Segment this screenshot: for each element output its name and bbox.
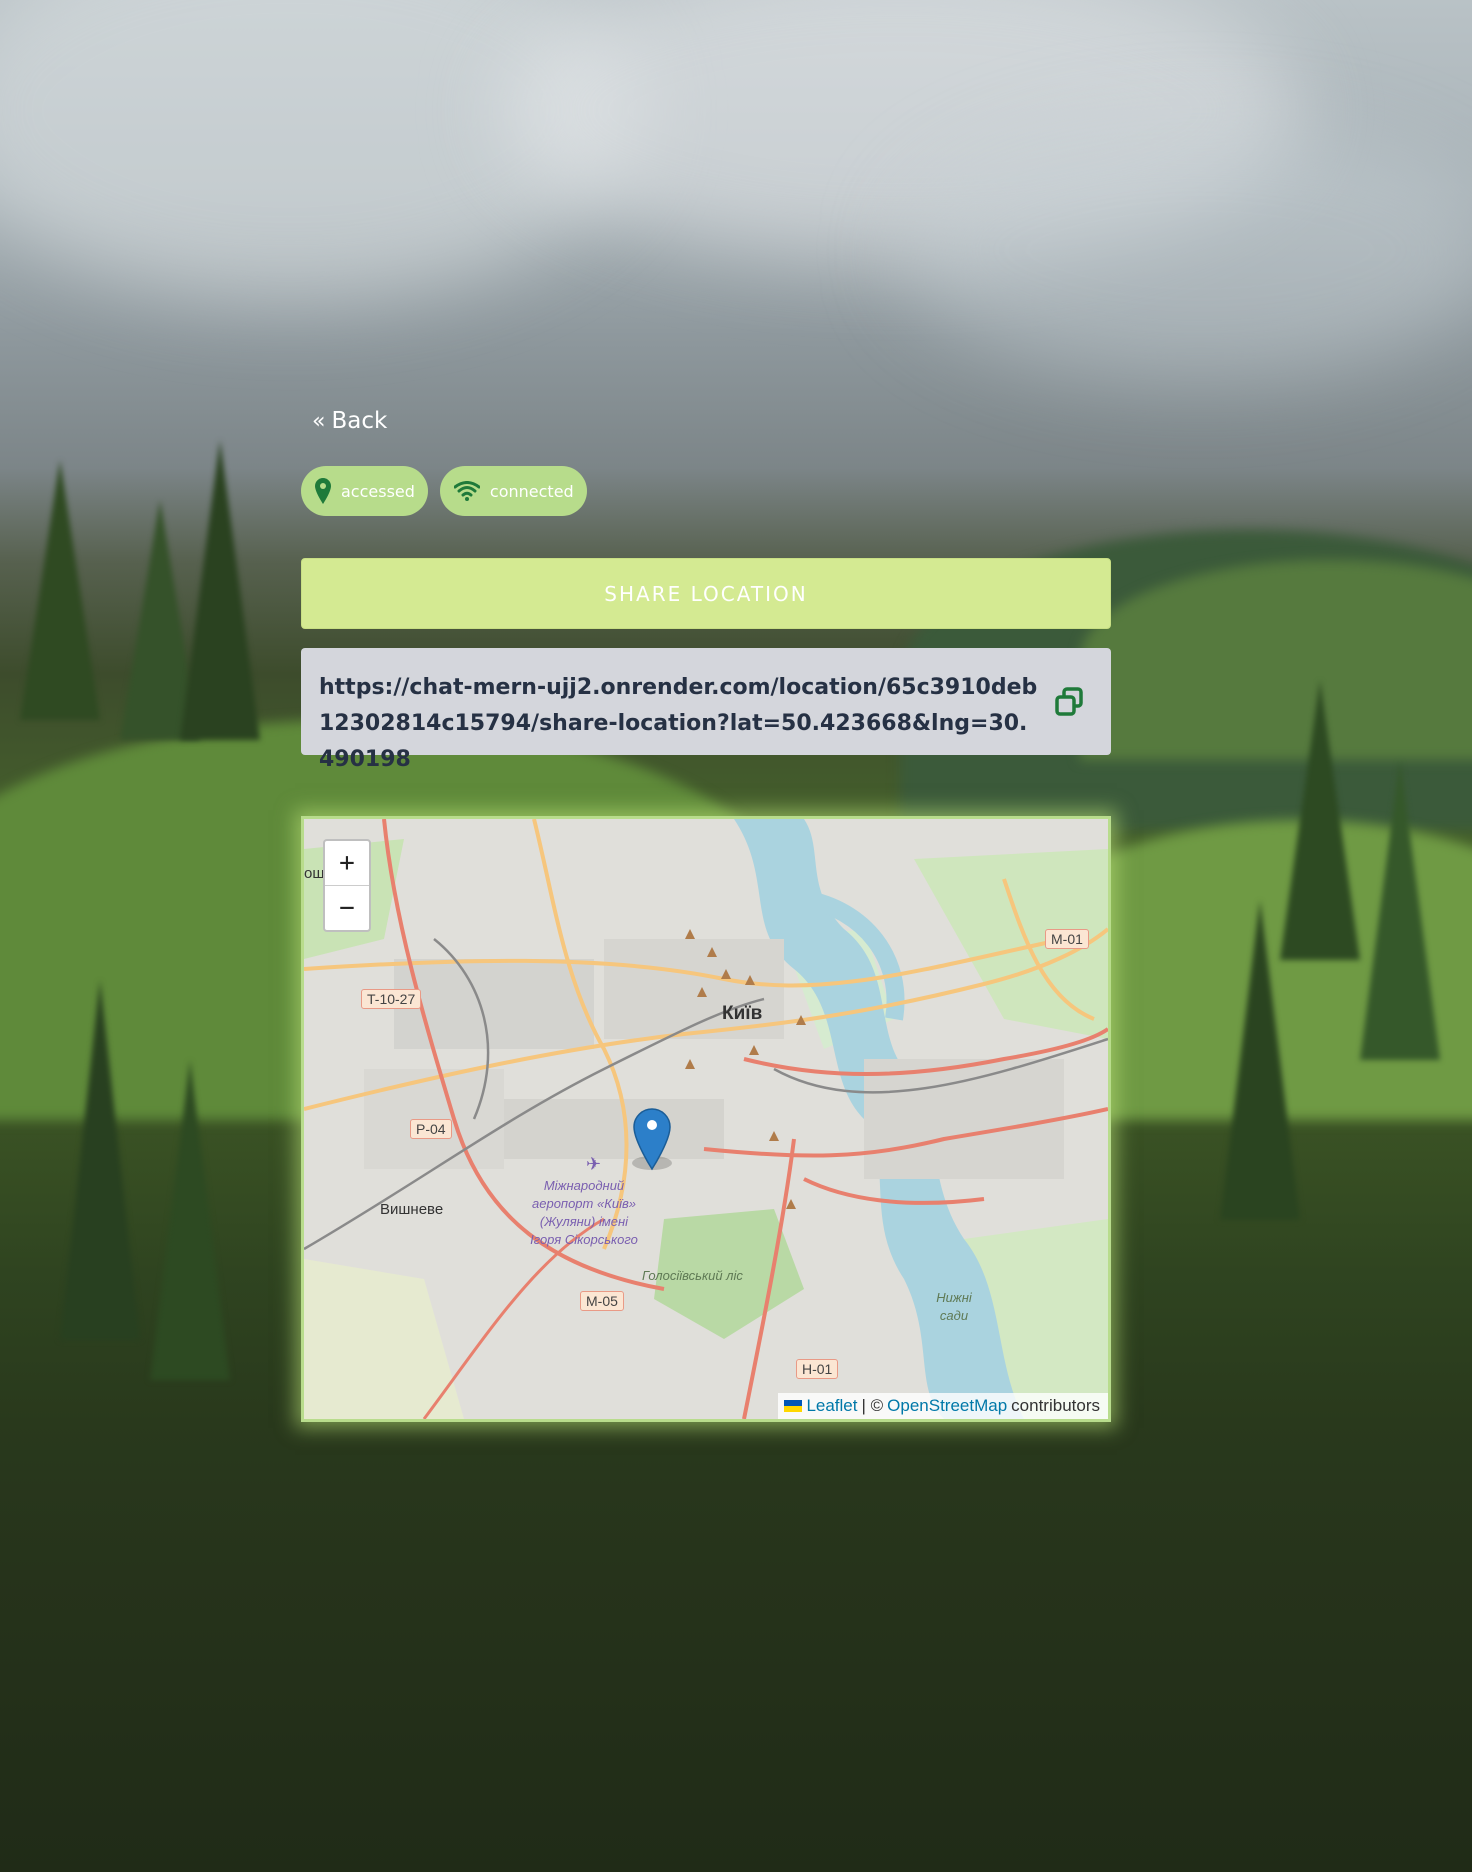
zoom-control: + − <box>323 839 371 932</box>
location-status-label: accessed <box>341 481 415 501</box>
share-location-button[interactable]: SHARE LOCATION <box>301 558 1111 629</box>
back-link[interactable]: « Back <box>312 408 387 434</box>
map-label-village-west: Вишневе <box>380 1201 444 1218</box>
attribution-suffix: contributors <box>1011 1396 1100 1415</box>
connection-status-label: connected <box>489 481 574 501</box>
attribution-separator: | © <box>861 1396 884 1415</box>
connection-status-badge: connected <box>439 466 587 516</box>
svg-text:✈: ✈ <box>586 1154 601 1175</box>
copy-icon[interactable] <box>1053 686 1085 718</box>
location-map[interactable]: ✈ Київ Вишневе ощ ське Міжнародний аероп… <box>301 816 1111 1422</box>
road-shield: M-01 <box>1045 929 1089 949</box>
share-link-url: https://chat-mern-ujj2.onrender.com/loca… <box>319 675 1038 772</box>
zoom-out-button[interactable]: − <box>325 885 369 930</box>
leaflet-link[interactable]: Leaflet <box>806 1396 857 1416</box>
road-shield: H-01 <box>796 1359 839 1379</box>
map-label-airport: Міжнародний аеропорт «Київ» (Жуляни) іме… <box>530 1178 638 1247</box>
openstreetmap-link[interactable]: OpenStreetMap <box>887 1396 1007 1416</box>
map-label-city: Київ <box>722 1003 763 1024</box>
road-shield: M-05 <box>580 1291 624 1311</box>
zoom-in-button[interactable]: + <box>325 841 369 885</box>
back-label: Back <box>331 408 388 434</box>
road-shield: T-10-27 <box>361 989 422 1009</box>
double-chevron-left-icon: « <box>312 408 326 434</box>
map-pin-icon <box>315 478 331 504</box>
location-status-badge: accessed <box>301 466 428 516</box>
share-link-box: https://chat-mern-ujj2.onrender.com/loca… <box>301 648 1111 772</box>
ukraine-flag-icon <box>784 1400 803 1412</box>
wifi-icon <box>453 481 480 501</box>
map-label-gardens: Нижні сади <box>936 1290 972 1323</box>
status-badges: accessed connected <box>301 466 587 516</box>
map-attribution: Leaflet | © OpenStreetMap contributors <box>778 1393 1108 1419</box>
map-label-forest: Голосіївський ліс <box>642 1268 743 1283</box>
road-shield: P-04 <box>410 1119 452 1139</box>
